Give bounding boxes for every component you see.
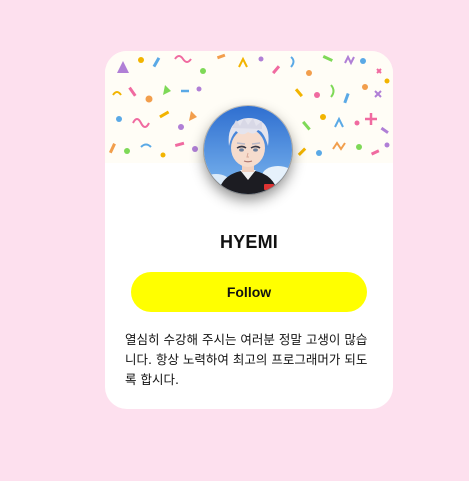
profile-card: HYEMI Follow 열심히 수강해 주시는 여러분 정말 고생이 많습니다… xyxy=(105,51,393,409)
profile-name: HYEMI xyxy=(219,232,278,252)
profile-avatar xyxy=(204,106,292,194)
follow-button[interactable]: Follow xyxy=(131,272,367,312)
profile-bio: 열심히 수강해 주시는 여러분 정말 고생이 많습니다. 항상 노력하여 최고의… xyxy=(125,332,368,387)
